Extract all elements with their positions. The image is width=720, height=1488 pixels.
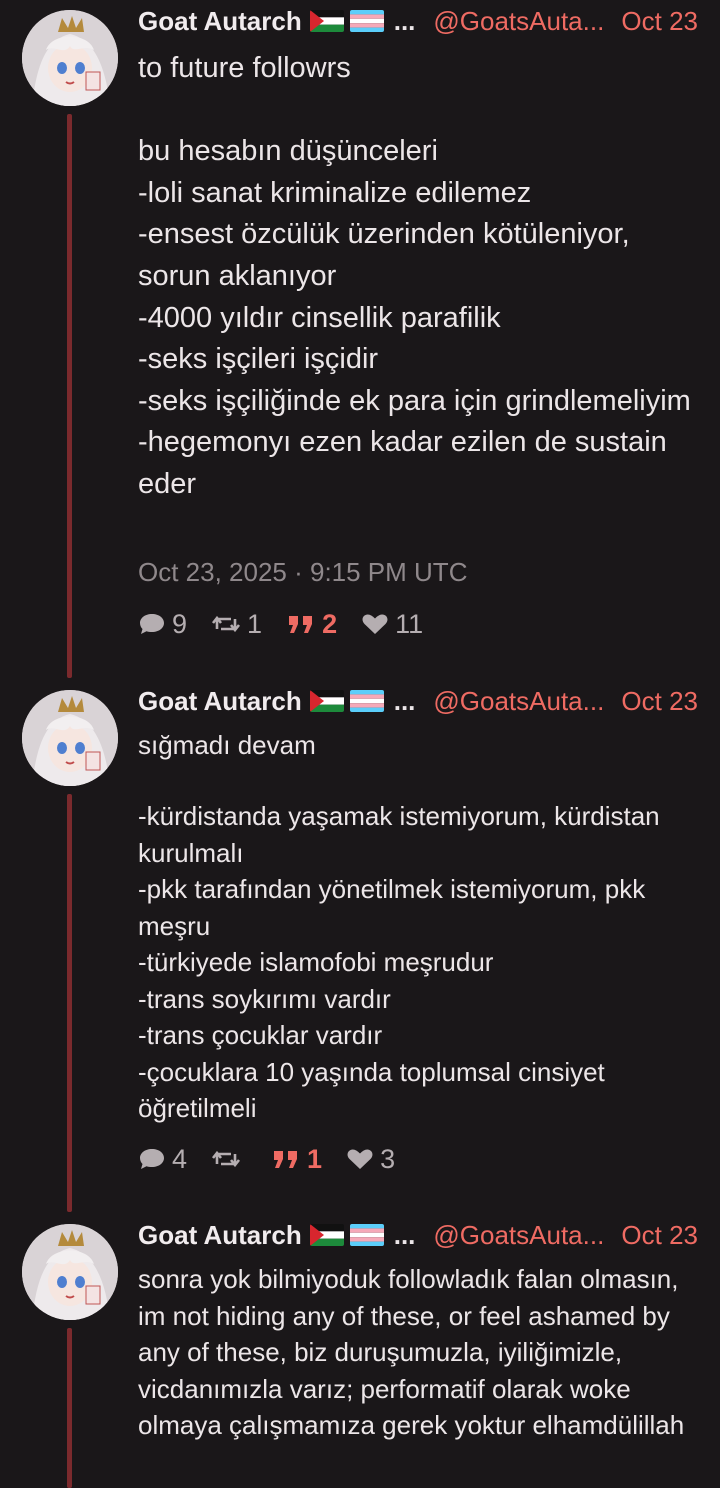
post-timestamp[interactable]: Oct 23, 2025 · 9:15 PM UTC [138, 557, 467, 588]
post-body: to future followrs bu hesabın düşünceler… [138, 52, 691, 500]
post-stats: 9 1 2 11 [138, 607, 423, 641]
speech-bubble-icon [140, 1149, 164, 1169]
post-body: sonra yok bilmiyoduk followladık falan o… [138, 1264, 685, 1440]
avatar-image [22, 10, 118, 106]
avatar[interactable] [22, 10, 118, 106]
author-handle[interactable]: @GoatsAuta... [433, 686, 604, 717]
quote-button[interactable]: 2 [286, 609, 337, 640]
transgender-flag-icon [349, 1224, 384, 1246]
name-truncation: ... [393, 5, 416, 36]
quote-count: 2 [322, 608, 338, 639]
avatar-image [22, 1224, 118, 1320]
like-button[interactable]: 3 [346, 1144, 395, 1175]
post-header: Goat Autarch ... @GoatsAuta... Oct 23 [138, 1217, 698, 1253]
post-header: Goat Autarch ... @GoatsAuta... Oct 23 [138, 3, 698, 39]
like-count: 3 [380, 1143, 396, 1174]
author-name[interactable]: Goat Autarch [138, 6, 302, 37]
heart-icon [347, 1149, 373, 1169]
author-name[interactable]: Goat Autarch [138, 686, 302, 717]
post-date[interactable]: Oct 23 [621, 1220, 698, 1251]
palestine-flag-icon [309, 10, 344, 32]
quote-marks-icon [289, 616, 313, 633]
reply-button[interactable]: 4 [138, 1144, 187, 1175]
repost-button[interactable] [211, 1147, 247, 1171]
quote-marks-icon [274, 1151, 298, 1168]
quote-count: 1 [307, 1143, 323, 1174]
reply-count: 4 [172, 1143, 188, 1174]
post-body: -kürdistanda yaşamak istemiyorum, kürdis… [138, 801, 660, 1123]
heart-icon [362, 614, 388, 634]
name-truncation: ... [393, 685, 416, 716]
thread-line [67, 794, 72, 1212]
transgender-flag-icon [349, 690, 384, 712]
palestine-flag-icon [309, 1224, 344, 1246]
quote-button[interactable]: 1 [271, 1144, 322, 1175]
post: Goat Autarch ... @GoatsAuta... Oct 23 to… [0, 0, 720, 680]
post-header: Goat Autarch ... @GoatsAuta... Oct 23 [138, 683, 698, 719]
palestine-flag-icon [309, 690, 344, 712]
flag-emojis: ... [309, 685, 416, 717]
reply-button[interactable]: 9 [138, 609, 187, 640]
post-stats: 4 1 3 [138, 1142, 395, 1176]
avatar[interactable] [22, 1224, 118, 1320]
author-handle[interactable]: @GoatsAuta... [433, 1220, 604, 1251]
thread-line [67, 114, 72, 678]
repost-button[interactable]: 1 [211, 609, 262, 640]
post: Goat Autarch ... @GoatsAuta... Oct 23 so… [0, 1214, 720, 1488]
speech-bubble-icon [140, 614, 164, 634]
transgender-flag-icon [349, 10, 384, 32]
avatar-image [22, 690, 118, 786]
post-date[interactable]: Oct 23 [621, 6, 698, 37]
reply-count: 9 [172, 608, 188, 639]
thread-line [67, 1328, 72, 1488]
flag-emojis: ... [309, 1219, 416, 1251]
name-truncation: ... [393, 1219, 416, 1250]
avatar[interactable] [22, 690, 118, 786]
repost-arrows-icon [212, 615, 241, 633]
like-count: 11 [395, 608, 424, 639]
post: Goat Autarch ... @GoatsAuta... Oct 23 sı… [0, 680, 720, 1214]
author-name[interactable]: Goat Autarch [138, 1220, 302, 1251]
flag-emojis: ... [309, 5, 416, 37]
repost-arrows-icon [212, 1150, 241, 1168]
repost-count: 1 [247, 608, 263, 639]
post-body-intro: sığmadı devam [138, 730, 316, 760]
post-date[interactable]: Oct 23 [621, 686, 698, 717]
like-button[interactable]: 11 [361, 609, 423, 640]
author-handle[interactable]: @GoatsAuta... [433, 6, 604, 37]
